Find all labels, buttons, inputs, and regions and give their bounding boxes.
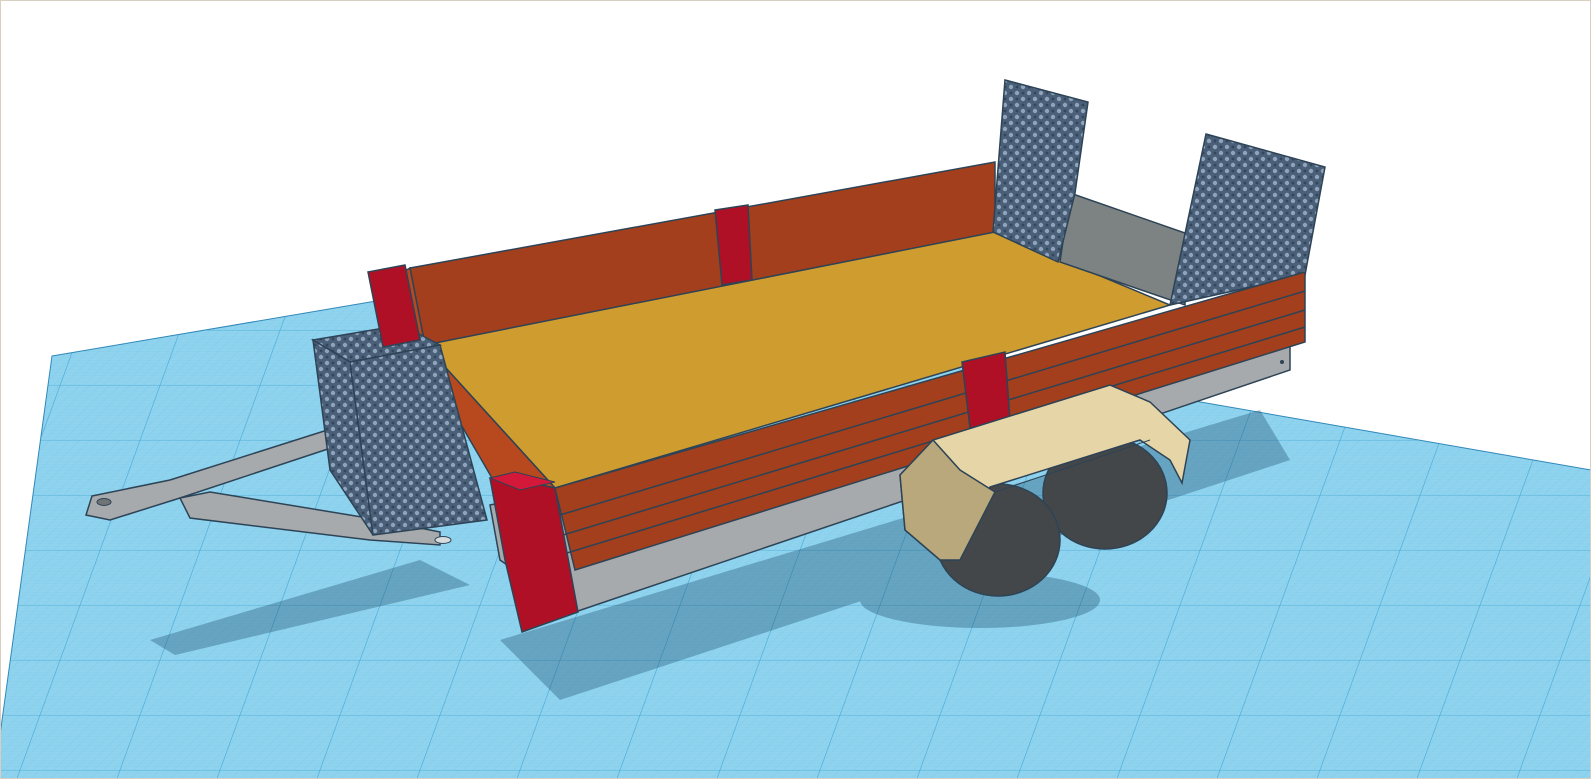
hitch-bolt xyxy=(434,536,452,544)
3d-viewport[interactable] xyxy=(0,0,1591,779)
post-front-middle[interactable] xyxy=(961,351,1011,429)
hitch-eye xyxy=(96,498,112,506)
post-back-middle[interactable] xyxy=(714,204,753,286)
scene-canvas[interactable] xyxy=(0,0,1591,779)
